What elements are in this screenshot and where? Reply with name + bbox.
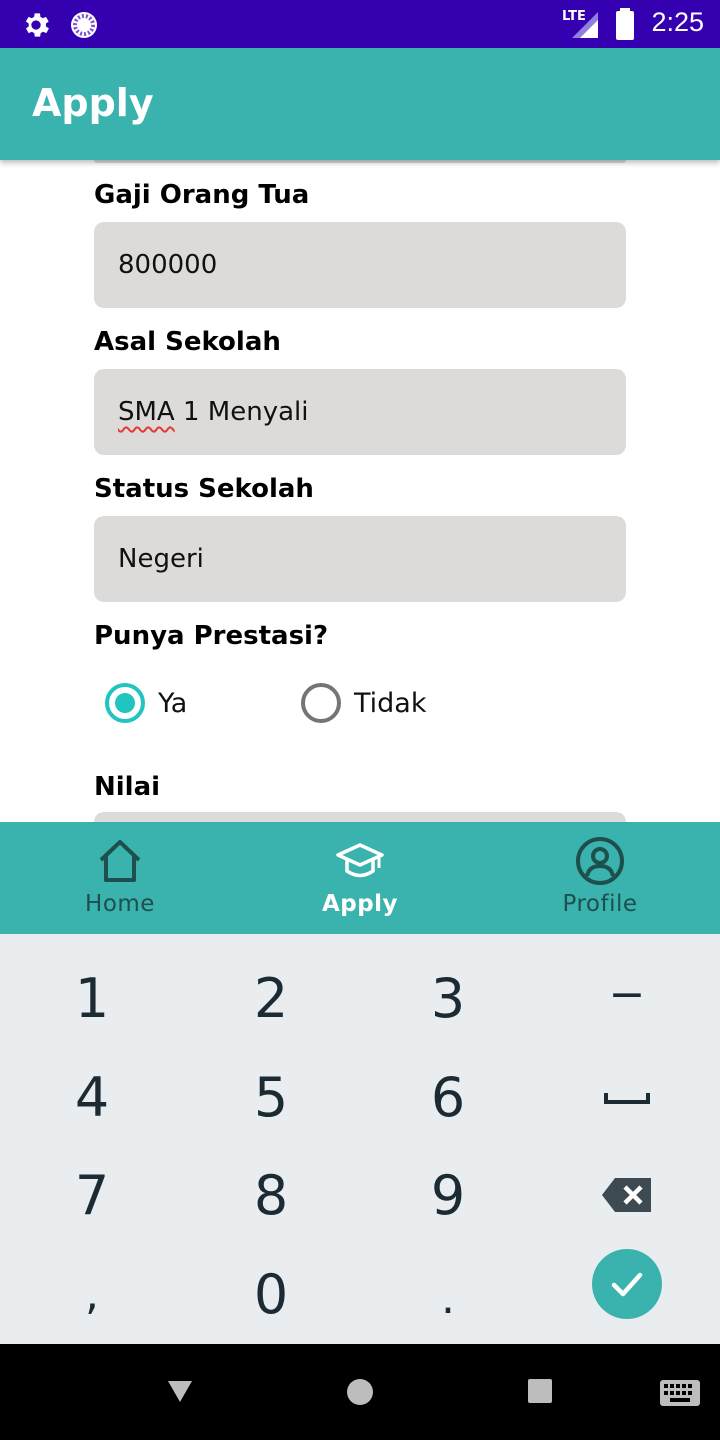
radio-unchecked-icon — [301, 683, 341, 723]
nav-profile-label: Profile — [562, 891, 638, 917]
asal-sekolah-input[interactable]: SMA 1 Menyali — [94, 369, 626, 455]
clock: 2:25 — [651, 7, 704, 37]
done-button[interactable] — [592, 1249, 662, 1319]
status-sekolah-label: Status Sekolah — [94, 474, 314, 504]
page-title: Apply — [32, 81, 154, 125]
key-comma[interactable]: , — [2, 1244, 182, 1344]
radio-ya[interactable]: Ya — [105, 683, 187, 723]
radio-tidak[interactable]: Tidak — [301, 683, 426, 723]
space-bar-icon — [604, 1093, 650, 1104]
bottom-navigation: Home Apply Profile — [0, 822, 720, 934]
asal-sekolah-value-spellcheck: SMA — [118, 397, 175, 427]
nav-home-label: Home — [85, 891, 155, 917]
system-navigation-bar — [0, 1344, 720, 1440]
app-bar: Apply — [0, 48, 720, 160]
key-1[interactable]: 1 — [2, 948, 182, 1048]
key-0[interactable]: 0 — [181, 1244, 361, 1344]
status-bar: LTE 2:25 — [0, 0, 720, 48]
radio-ya-label: Ya — [158, 687, 188, 719]
gaji-orang-tua-input[interactable]: 800000 — [94, 222, 626, 308]
graduation-cap-icon — [336, 843, 384, 878]
nav-apply-label: Apply — [321, 891, 399, 917]
key-4[interactable]: 4 — [2, 1047, 182, 1147]
battery-icon — [616, 8, 634, 40]
key-minus[interactable]: − — [537, 944, 717, 1044]
backspace-icon — [602, 1178, 651, 1212]
recents-icon[interactable] — [527, 1378, 553, 1404]
key-6[interactable]: 6 — [358, 1047, 538, 1147]
key-backspace[interactable] — [537, 1145, 717, 1245]
key-space[interactable] — [537, 1047, 717, 1147]
network-type: LTE — [562, 9, 586, 24]
check-icon — [611, 1272, 643, 1297]
numeric-keyboard: 1 2 3 − 4 5 6 7 8 9 , 0 . — [0, 934, 720, 1344]
radio-checked-icon — [105, 683, 145, 723]
nav-profile[interactable]: Profile — [480, 822, 720, 934]
profile-icon — [576, 837, 624, 885]
asal-sekolah-label: Asal Sekolah — [94, 327, 281, 357]
key-8[interactable]: 8 — [181, 1145, 361, 1245]
apply-form[interactable]: Gaji Orang Tua 800000 Asal Sekolah SMA 1… — [0, 160, 720, 822]
sync-icon — [71, 12, 97, 38]
status-sekolah-input[interactable]: Negeri — [94, 516, 626, 602]
settings-icon — [25, 13, 49, 37]
key-2[interactable]: 2 — [181, 948, 361, 1048]
home-icon — [99, 840, 141, 882]
key-3[interactable]: 3 — [358, 948, 538, 1048]
keyboard-switch-icon[interactable] — [660, 1380, 700, 1406]
nilai-input[interactable] — [94, 812, 626, 822]
prestasi-label: Punya Prestasi? — [94, 621, 329, 651]
key-period[interactable]: . — [358, 1248, 538, 1348]
gaji-orang-tua-value: 800000 — [118, 250, 218, 280]
key-7[interactable]: 7 — [2, 1145, 182, 1245]
radio-tidak-label: Tidak — [354, 687, 427, 719]
previous-field-edge — [94, 160, 626, 163]
key-9[interactable]: 9 — [358, 1145, 538, 1245]
nilai-label: Nilai — [94, 772, 161, 802]
nav-home[interactable]: Home — [0, 822, 240, 934]
home-button-icon[interactable] — [346, 1378, 374, 1406]
key-5[interactable]: 5 — [181, 1047, 361, 1147]
nav-apply[interactable]: Apply — [240, 822, 480, 934]
status-sekolah-value: Negeri — [118, 544, 204, 574]
asal-sekolah-value: 1 Menyali — [174, 397, 309, 427]
gaji-orang-tua-label: Gaji Orang Tua — [94, 180, 310, 210]
back-icon[interactable] — [166, 1378, 194, 1404]
